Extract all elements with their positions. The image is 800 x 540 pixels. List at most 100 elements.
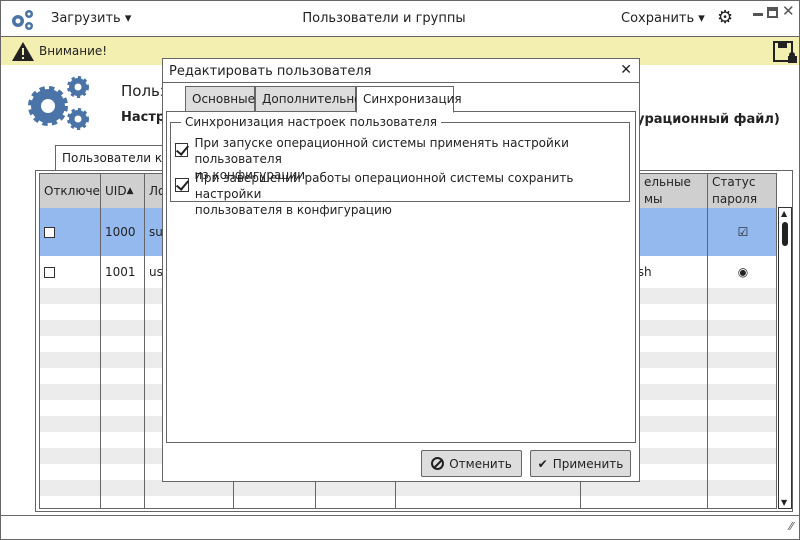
cell	[40, 400, 101, 416]
cell	[234, 480, 316, 496]
save-lock-icon[interactable]	[773, 41, 797, 63]
cancel-label: Отменить	[449, 456, 512, 471]
cell	[40, 416, 101, 432]
col-password-status[interactable]: Статус пароля	[708, 174, 776, 208]
disabled-checkbox[interactable]	[44, 226, 55, 238]
cell	[708, 480, 776, 496]
checkmark-icon: ✔	[537, 456, 548, 471]
cell	[101, 448, 145, 464]
cell	[101, 384, 145, 400]
cell	[234, 496, 316, 508]
option-save-on-shutdown[interactable]: При завершении работы операционной систе…	[175, 170, 639, 218]
tab-users-config[interactable]: Пользователи ко	[55, 145, 165, 170]
cell	[40, 464, 101, 480]
cell	[708, 336, 776, 352]
cell	[40, 432, 101, 448]
cell	[40, 352, 101, 368]
cell	[40, 480, 101, 496]
edit-user-dialog: Редактировать пользователя ✕ Основные До…	[162, 58, 640, 482]
cell	[101, 480, 145, 496]
cell	[708, 432, 776, 448]
col-uid[interactable]: UID ▲	[101, 174, 145, 208]
cell	[708, 288, 776, 304]
chevron-down-icon: ▾	[698, 11, 705, 26]
cell-uid: 1001	[101, 256, 145, 288]
sort-asc-icon: ▲	[126, 186, 134, 196]
settings-gear-icon[interactable]: ⚙	[717, 7, 733, 28]
maximize-button[interactable]	[767, 7, 778, 18]
cell	[708, 496, 776, 508]
cell	[101, 496, 145, 508]
cell	[396, 496, 581, 508]
col-uid-label: UID	[105, 184, 127, 198]
empty-table-row	[40, 480, 776, 496]
cell	[101, 400, 145, 416]
cancel-button[interactable]: Отменить	[421, 450, 522, 477]
save-on-shutdown-checkbox[interactable]	[175, 178, 189, 192]
disabled-checkbox[interactable]	[44, 266, 55, 278]
tab-general[interactable]: Основные	[185, 86, 255, 112]
cell	[101, 368, 145, 384]
password-status-checkbox-icon[interactable]: ☑	[708, 208, 776, 256]
cell	[40, 496, 101, 508]
dialog-close-icon[interactable]: ✕	[620, 62, 632, 78]
top-toolbar: Загрузить ▾ Пользователи и группы Сохран…	[1, 1, 799, 37]
apply-button[interactable]: ✔ Применить	[530, 450, 631, 477]
cell	[40, 288, 101, 304]
cell-disabled	[40, 256, 101, 288]
col-disabled[interactable]: Отключен	[40, 174, 101, 208]
tab-sync[interactable]: Синхронизация	[356, 86, 462, 113]
password-status-radio-icon[interactable]: ◉	[708, 256, 776, 288]
cell	[101, 352, 145, 368]
cell	[316, 496, 396, 508]
cell	[708, 368, 776, 384]
minimize-button[interactable]	[753, 13, 763, 16]
cell	[40, 448, 101, 464]
cell	[581, 496, 708, 508]
status-bar: ⁄⁄	[1, 515, 799, 539]
cell-uid: 1000	[101, 208, 145, 256]
cell	[101, 288, 145, 304]
option-label: пользователя в конфигурацию	[194, 203, 392, 217]
save-menu-button[interactable]: Сохранить ▾	[621, 11, 705, 26]
apply-label: Применить	[552, 456, 624, 471]
cell	[40, 304, 101, 320]
table-scrollbar[interactable]: ▲ ▼	[778, 207, 792, 509]
cell	[708, 416, 776, 432]
page-subtitle-tail: урационный файл)	[636, 112, 780, 127]
sync-group-label: Синхронизация настроек пользователя	[181, 115, 441, 129]
users-gears-icon	[28, 76, 89, 130]
cell	[40, 320, 101, 336]
scroll-thumb[interactable]	[782, 222, 788, 246]
cell	[581, 480, 708, 496]
cell	[40, 336, 101, 352]
cell	[145, 480, 234, 496]
cell	[145, 496, 234, 508]
cell	[708, 464, 776, 480]
apply-on-start-checkbox[interactable]	[175, 143, 189, 157]
resize-grip-icon[interactable]: ⁄⁄	[789, 520, 793, 533]
cell	[316, 480, 396, 496]
cancel-icon	[431, 457, 445, 470]
cell-disabled	[40, 208, 101, 256]
page-subtitle: Настр	[121, 110, 166, 125]
tab-advanced[interactable]: Дополнительно	[255, 86, 362, 112]
close-window-button[interactable]: ✕	[782, 2, 795, 20]
dialog-title: Редактировать пользователя	[163, 59, 639, 83]
cell	[101, 304, 145, 320]
empty-table-row	[40, 496, 776, 508]
save-label: Сохранить	[621, 11, 695, 26]
scroll-up-icon[interactable]: ▲	[781, 209, 787, 218]
warning-text: Внимание!	[39, 44, 108, 58]
cell	[708, 304, 776, 320]
cell	[708, 400, 776, 416]
cell	[396, 480, 581, 496]
cell	[708, 384, 776, 400]
option-label: При запуске операционной системы применя…	[194, 136, 569, 166]
cell	[101, 416, 145, 432]
cell	[101, 464, 145, 480]
cell	[40, 368, 101, 384]
scroll-down-icon[interactable]: ▼	[781, 498, 787, 507]
cell	[101, 320, 145, 336]
cell	[40, 384, 101, 400]
